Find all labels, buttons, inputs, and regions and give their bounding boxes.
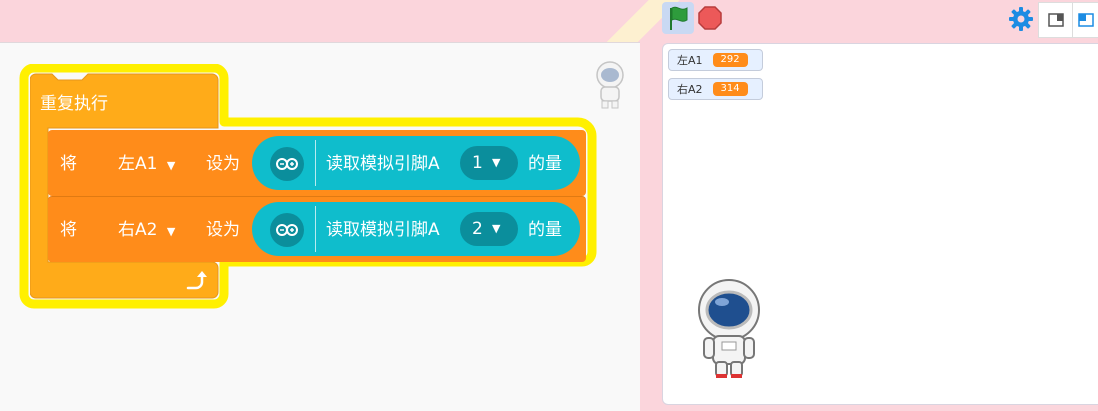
suffix-label-2: 的量 — [528, 220, 562, 240]
variable-name-1: 左A1 — [118, 154, 158, 174]
pin-dropdown-1[interactable]: 1 ▼ — [460, 146, 518, 180]
gear-icon[interactable] — [1008, 6, 1034, 32]
arduino-icon — [276, 158, 298, 170]
top-bar — [0, 0, 1098, 42]
green-flag-button[interactable] — [662, 2, 694, 34]
suffix-label-1: 的量 — [528, 154, 562, 174]
set-label-1: 将 — [60, 154, 77, 174]
to-label-1: 设为 — [206, 154, 240, 174]
arduino-icon — [276, 224, 298, 236]
monitor-value-2: 314 — [712, 82, 748, 96]
variable-dropdown-2[interactable]: 右A2 ▼ — [118, 218, 175, 244]
small-stage-button[interactable] — [1038, 2, 1074, 38]
large-stage-icon — [1078, 13, 1094, 27]
dropdown-arrow-icon: ▼ — [166, 159, 176, 172]
forever-label: 重复执行 — [40, 94, 108, 114]
variable-monitor-2[interactable]: 右A2 314 — [668, 78, 763, 100]
pin-value-1: 1 — [472, 153, 483, 173]
block-divider-1 — [315, 140, 316, 186]
read-label-2: 读取模拟引脚A — [326, 220, 440, 240]
green-flag-icon — [670, 6, 688, 30]
pin-value-2: 2 — [472, 219, 483, 239]
dropdown-arrow-icon: ▼ — [492, 156, 501, 169]
small-stage-icon — [1048, 13, 1064, 27]
set-label-2: 将 — [60, 220, 77, 240]
to-label-2: 设为 — [206, 220, 240, 240]
variable-monitor-1[interactable]: 左A1 292 — [668, 49, 763, 71]
dropdown-arrow-icon: ▼ — [492, 222, 501, 235]
arduino-icon-2 — [270, 213, 304, 247]
dropdown-arrow-icon: ▼ — [166, 225, 176, 238]
monitor-label-2: 右A2 — [677, 83, 703, 96]
loop-arrow-icon — [186, 271, 207, 290]
variable-dropdown-1[interactable]: 左A1 ▼ — [118, 152, 175, 178]
large-stage-button[interactable] — [1072, 2, 1098, 38]
astronaut-thumbnail — [596, 61, 624, 109]
pin-dropdown-2[interactable]: 2 ▼ — [460, 212, 518, 246]
variable-name-2: 右A2 — [118, 220, 158, 240]
block-divider-2 — [315, 206, 316, 252]
monitor-label-1: 左A1 — [677, 54, 703, 67]
astronaut-sprite[interactable] — [694, 276, 764, 382]
read-label-1: 读取模拟引脚A — [326, 154, 440, 174]
stop-icon[interactable] — [698, 6, 722, 30]
monitor-value-1: 292 — [712, 53, 748, 67]
arduino-icon-1 — [270, 147, 304, 181]
